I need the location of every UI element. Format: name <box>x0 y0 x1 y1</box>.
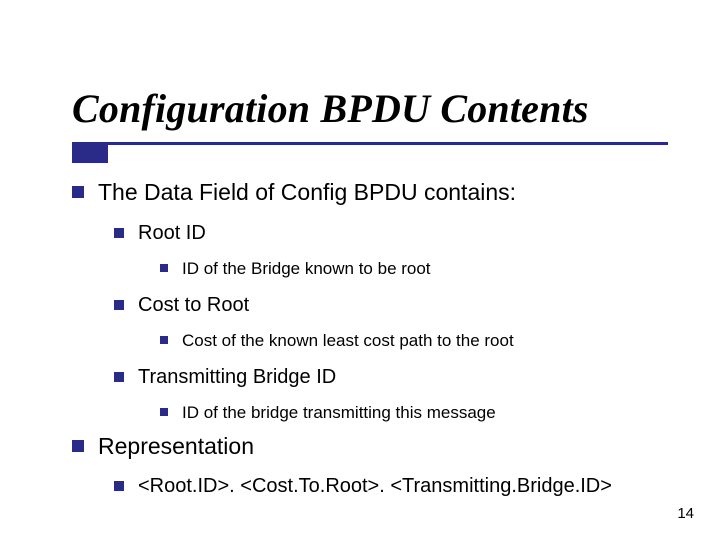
bullet-level3: ID of the Bridge known to be root <box>160 258 680 279</box>
text-line: The Data Field of Config BPDU contains: <box>98 178 516 207</box>
bullet-level2: Root ID <box>114 221 680 246</box>
bullet-level3: ID of the bridge transmitting this messa… <box>160 402 680 423</box>
square-bullet-icon <box>72 440 84 452</box>
square-bullet-icon <box>160 264 168 272</box>
page-number: 14 <box>677 505 694 522</box>
text-line: ID of the bridge transmitting this messa… <box>182 402 496 423</box>
square-bullet-icon <box>72 186 84 198</box>
square-bullet-icon <box>160 408 168 416</box>
bullet-level1: The Data Field of Config BPDU contains: <box>72 178 680 207</box>
text-line: ID of the Bridge known to be root <box>182 258 431 279</box>
square-bullet-icon <box>160 336 168 344</box>
bullet-level2: Transmitting Bridge ID <box>114 365 680 390</box>
text-line: Transmitting Bridge ID <box>138 365 336 390</box>
title-tab <box>72 145 108 163</box>
bullet-level1: Representation <box>72 432 680 461</box>
title-underline <box>72 142 668 145</box>
square-bullet-icon <box>114 228 124 238</box>
text-line: Representation <box>98 432 254 461</box>
bullet-level2: Cost to Root <box>114 293 680 318</box>
text-line: Cost to Root <box>138 293 249 318</box>
text-line: <Root.ID>. <Cost.To.Root>. <Transmitting… <box>138 474 612 499</box>
slide-title: Configuration BPDU Contents <box>72 88 680 130</box>
text-line: Root ID <box>138 221 206 246</box>
square-bullet-icon <box>114 300 124 310</box>
slide-body: The Data Field of Config BPDU contains: … <box>72 178 680 499</box>
square-bullet-icon <box>114 481 124 491</box>
bullet-level2: <Root.ID>. <Cost.To.Root>. <Transmitting… <box>114 474 680 499</box>
slide: Configuration BPDU Contents The Data Fie… <box>0 0 720 540</box>
text-line: Cost of the known least cost path to the… <box>182 330 514 351</box>
square-bullet-icon <box>114 372 124 382</box>
bullet-level3: Cost of the known least cost path to the… <box>160 330 680 351</box>
